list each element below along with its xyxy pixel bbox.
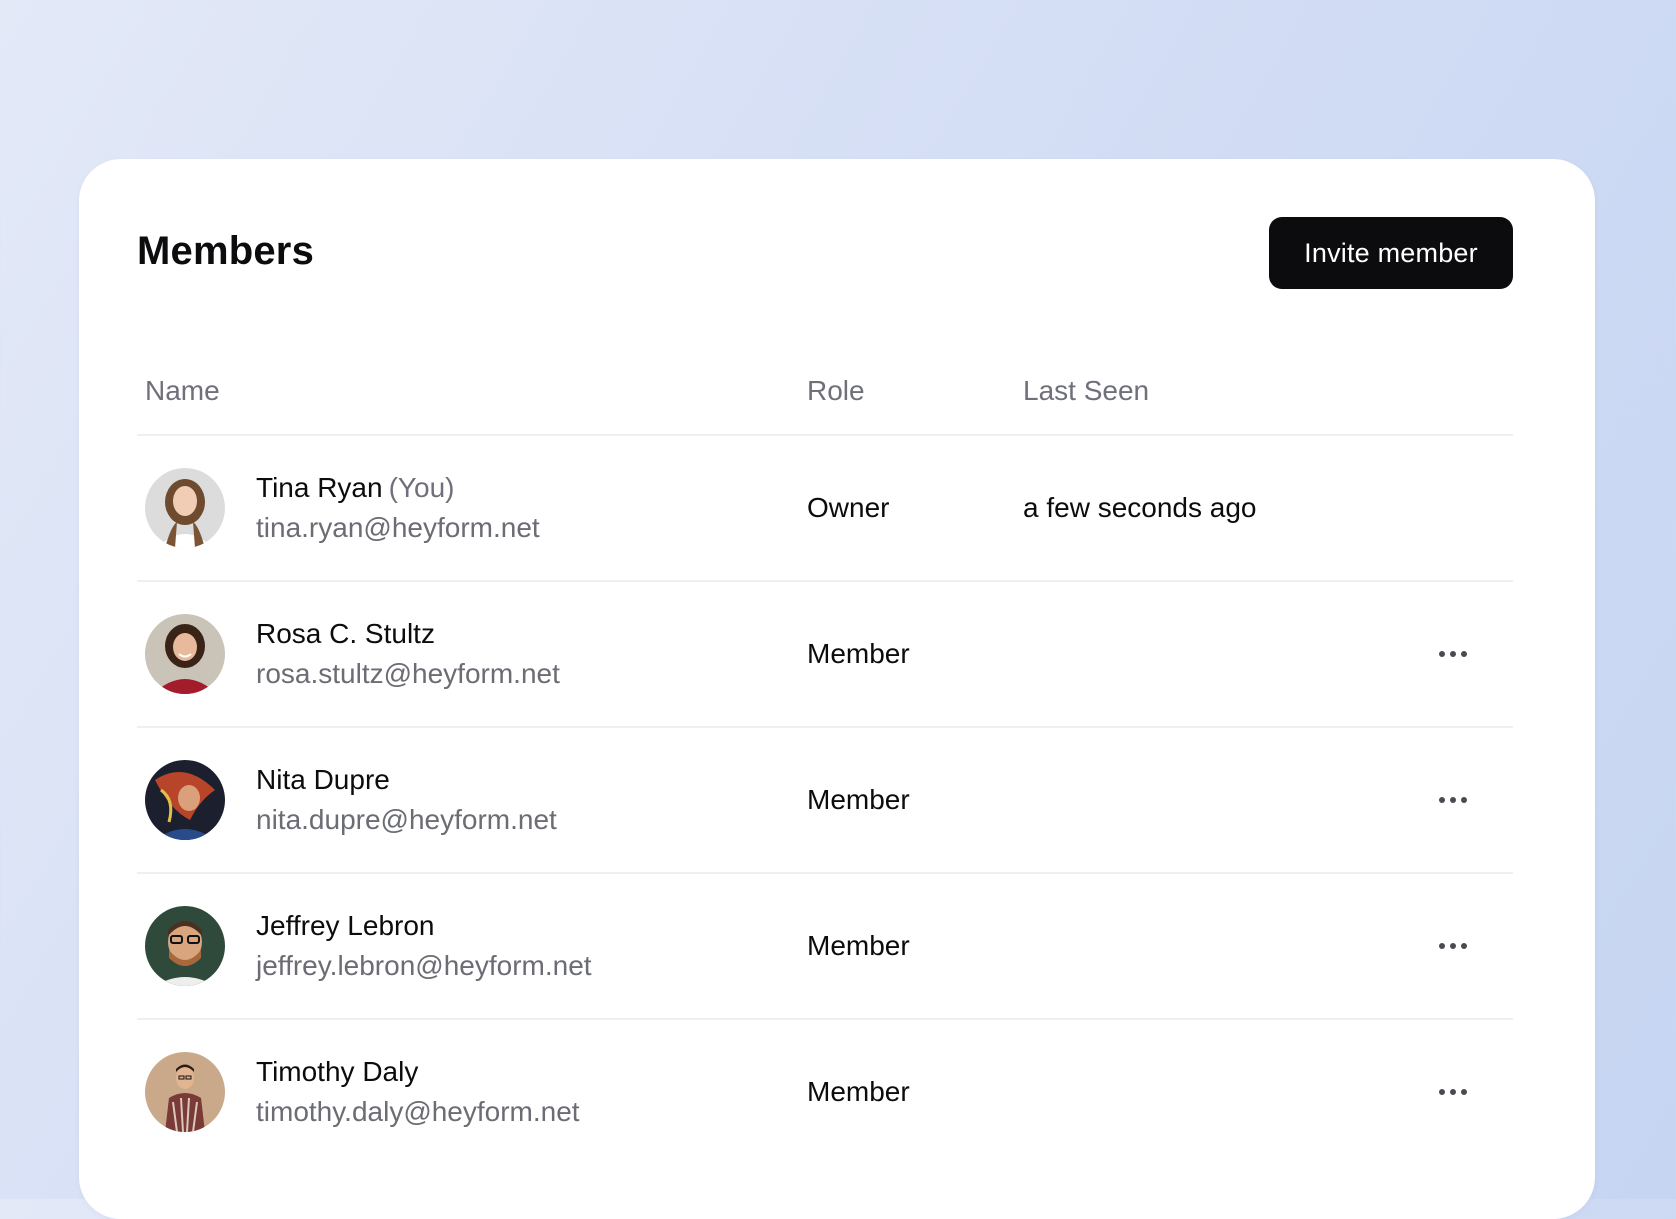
- member-email: tina.ryan@heyform.net: [256, 512, 540, 543]
- members-table: Name Role Last Seen Tina Ryan (You) tina.…: [137, 359, 1513, 1164]
- card-header: Members Invite member: [137, 217, 1513, 289]
- member-role: Member: [807, 784, 910, 815]
- member-email: jeffrey.lebron@heyform.net: [256, 950, 592, 981]
- member-name: Nita Dupre: [256, 764, 390, 795]
- member-name-line: Tina Ryan (You): [256, 472, 454, 504]
- more-options-button[interactable]: [1429, 926, 1477, 966]
- avatar: [145, 760, 225, 840]
- column-header-last-seen: Last Seen: [1023, 375, 1150, 406]
- member-name-line: Rosa C. Stultz: [256, 618, 435, 650]
- member-role: Member: [807, 930, 910, 961]
- table-row: Rosa C. Stultz rosa.stultz@heyform.net M…: [137, 582, 1513, 728]
- member-name-line: Jeffrey Lebron: [256, 910, 435, 942]
- member-role: Member: [807, 638, 910, 669]
- you-tag: (You): [388, 472, 455, 503]
- more-horizontal-icon: [1439, 1089, 1445, 1095]
- member-last-seen: a few seconds ago: [1023, 492, 1257, 523]
- member-email: rosa.stultz@heyform.net: [256, 658, 560, 689]
- member-name: Jeffrey Lebron: [256, 910, 435, 941]
- member-name-line: Nita Dupre: [256, 764, 390, 796]
- table-row: Nita Dupre nita.dupre@heyform.net Member: [137, 728, 1513, 874]
- invite-member-button[interactable]: Invite member: [1269, 217, 1513, 289]
- member-email: timothy.daly@heyform.net: [256, 1096, 580, 1127]
- table-row: Timothy Daly timothy.daly@heyform.net Me…: [137, 1020, 1513, 1164]
- member-email: nita.dupre@heyform.net: [256, 804, 557, 835]
- member-name: Timothy Daly: [256, 1056, 419, 1087]
- column-header-name: Name: [145, 375, 220, 406]
- more-horizontal-icon: [1439, 797, 1445, 803]
- member-role: Owner: [807, 492, 890, 523]
- more-horizontal-icon: [1439, 943, 1445, 949]
- more-options-button[interactable]: [1429, 780, 1477, 820]
- avatar: [145, 1052, 225, 1132]
- page-title: Members: [137, 229, 315, 273]
- member-name-line: Timothy Daly: [256, 1056, 418, 1088]
- member-name: Rosa C. Stultz: [256, 618, 435, 649]
- table-row: Jeffrey Lebron jeffrey.lebron@heyform.ne…: [137, 874, 1513, 1020]
- avatar: [145, 468, 225, 548]
- table-row: Tina Ryan (You) tina.ryan@heyform.net Own…: [137, 436, 1513, 582]
- avatar: [145, 614, 225, 694]
- member-name: Tina Ryan: [256, 472, 383, 503]
- members-card: Members Invite member Name Role Last See…: [79, 159, 1595, 1219]
- avatar: [145, 906, 225, 986]
- column-header-role: Role: [807, 375, 865, 406]
- member-role: Member: [807, 1076, 910, 1107]
- more-options-button[interactable]: [1429, 634, 1477, 674]
- more-horizontal-icon: [1439, 651, 1445, 657]
- more-options-button[interactable]: [1429, 1072, 1477, 1112]
- table-header: Name Role Last Seen: [137, 359, 1513, 436]
